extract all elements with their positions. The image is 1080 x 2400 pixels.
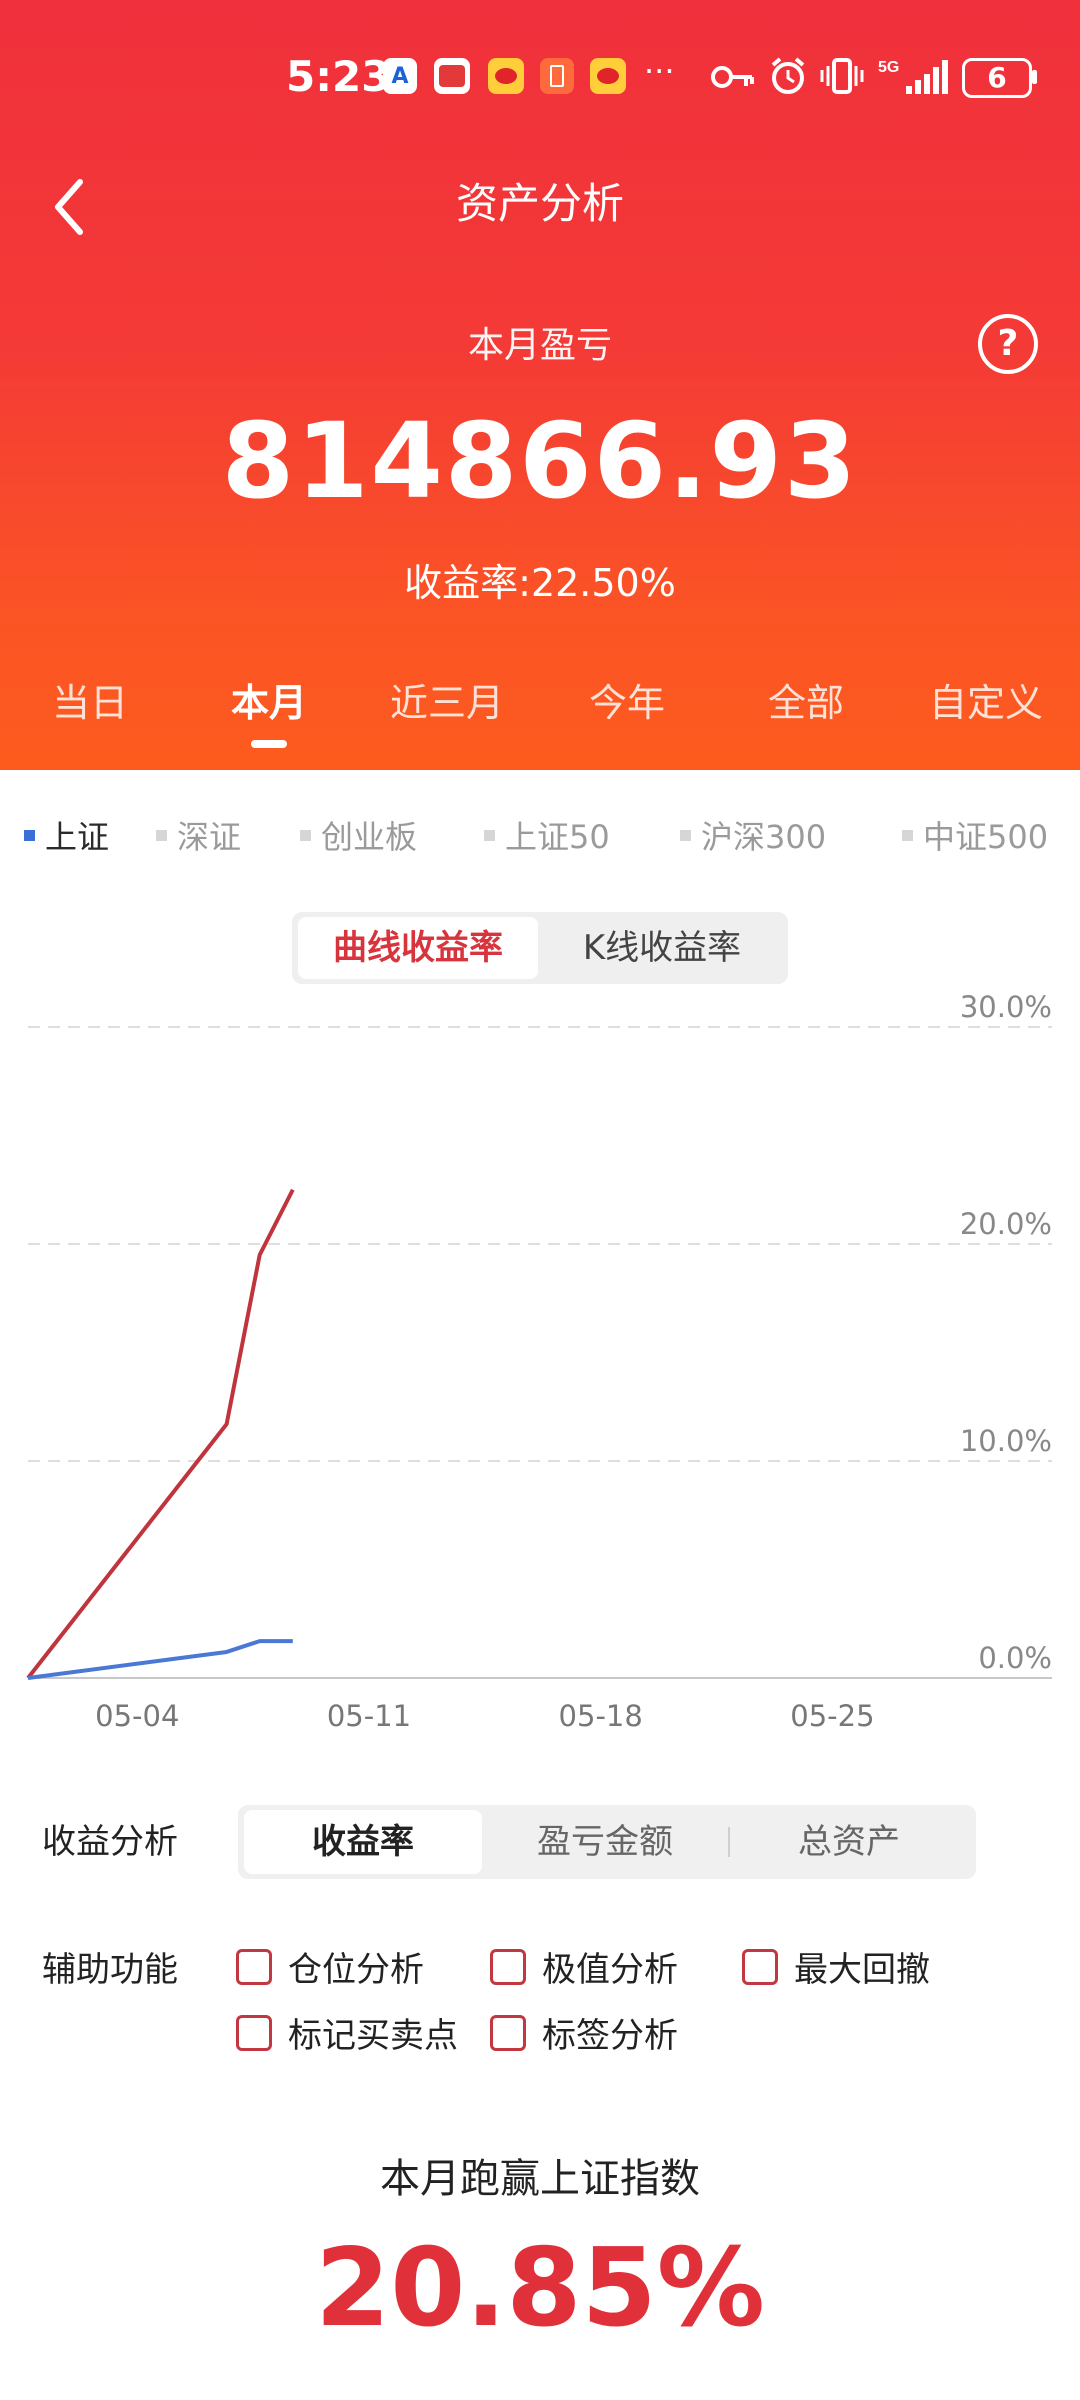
app-a-icon: A: [383, 58, 417, 94]
index-shenzhen[interactable]: 深证: [156, 812, 241, 858]
huawei-icon: [434, 58, 470, 94]
checkbox-label: 极值分析: [542, 1950, 678, 1990]
weibo-icon: [488, 58, 524, 94]
x-tick-label: 05-18: [559, 1699, 643, 1733]
summary-value: 20.85%: [315, 2226, 765, 2351]
index-label: 上证: [45, 818, 110, 856]
more-icon: ···: [644, 52, 675, 90]
return-rate: 收益率:22.50%: [404, 561, 676, 605]
analysis-label: 收益分析: [42, 1822, 178, 1862]
alarm-icon: [771, 57, 805, 94]
checkbox-icon: [490, 1948, 526, 1985]
index-dot: [902, 829, 913, 841]
summary-title: 本月跑赢上证指数: [380, 2156, 700, 2202]
status-time: 5:23: [286, 52, 391, 101]
chart-mode-toggle: 曲线收益率 K线收益率: [292, 912, 788, 984]
index-csi500[interactable]: 中证500: [902, 812, 1048, 858]
return-chart: 30.0% 20.0% 10.0% 0.0% 05-04 05-11 05-18 05-25: [26, 990, 1052, 1733]
account-return-line: [26, 1188, 295, 1680]
checkbox-icon: [490, 2014, 526, 2051]
x-tick-label: 05-11: [327, 1699, 411, 1733]
battery-app-icon: [540, 58, 574, 94]
index-shanghai[interactable]: 上证: [24, 812, 109, 858]
index-dot: [300, 829, 311, 841]
total-assets-button[interactable]: 总资产: [730, 1810, 968, 1874]
vibrate-icon: [820, 58, 864, 94]
extreme-analysis-checkbox[interactable]: 极值分析: [490, 1942, 678, 1991]
return-rate-button[interactable]: 收益率: [244, 1810, 482, 1874]
battery-level: 6: [987, 61, 1007, 94]
analysis-toggle: 收益率 盈亏金额 总资产: [238, 1805, 976, 1879]
weibo-icon: [590, 58, 626, 94]
index-label: 深证: [177, 818, 242, 856]
page-title: 资产分析: [455, 179, 624, 228]
checkbox-label: 最大回撤: [794, 1950, 930, 1990]
status-bar: 5:23 A ··· 5G 6: [0, 52, 1080, 112]
index-sse50[interactable]: 上证50: [484, 812, 610, 858]
tab-this-month[interactable]: 本月: [179, 672, 359, 727]
tab-indicator: [251, 740, 287, 748]
index-dot: [24, 829, 35, 841]
key-icon: [711, 66, 754, 88]
index-label: 沪深300: [701, 818, 827, 856]
y-tick-label: 20.0%: [960, 1207, 1052, 1241]
index-selector: 上证 深证 创业板 上证50 沪深300 中证500: [0, 812, 1080, 862]
index-return-line: [27, 1639, 293, 1680]
tab-custom[interactable]: 自定义: [896, 672, 1076, 727]
kline-return-button[interactable]: K线收益率: [542, 917, 782, 979]
curve-return-button[interactable]: 曲线收益率: [298, 917, 538, 979]
index-chinext[interactable]: 创业板: [300, 812, 417, 858]
max-drawdown-checkbox[interactable]: 最大回撤: [742, 1942, 930, 1991]
index-dot: [156, 829, 167, 841]
tag-analysis-checkbox[interactable]: 标签分析: [490, 2008, 678, 2057]
y-tick-label: 30.0%: [960, 990, 1052, 1024]
checkbox-label: 标记买卖点: [288, 2016, 458, 2056]
help-icon[interactable]: ?: [978, 314, 1038, 374]
checkbox-icon: [236, 2014, 272, 2051]
mark-trades-checkbox[interactable]: 标记买卖点: [236, 2008, 458, 2057]
tab-this-year[interactable]: 今年: [537, 672, 717, 727]
index-csi300[interactable]: 沪深300: [680, 812, 826, 858]
profit-amount: 814866.93: [221, 400, 859, 522]
index-dot: [680, 829, 691, 841]
index-label: 创业板: [321, 818, 418, 856]
checkbox-label: 仓位分析: [288, 1950, 424, 1990]
aux-label: 辅助功能: [42, 1950, 178, 1990]
profit-amount-button[interactable]: 盈亏金额: [486, 1810, 724, 1874]
checkbox-icon: [742, 1948, 778, 1985]
5g-signal-icon: 5G: [878, 59, 948, 94]
x-tick-label: 05-25: [790, 1699, 874, 1733]
period-tabs: 当日 本月 近三月 今年 全部 自定义: [0, 672, 1080, 752]
period-label: 本月盈亏: [467, 325, 612, 366]
position-analysis-checkbox[interactable]: 仓位分析: [236, 1942, 424, 1991]
tab-today[interactable]: 当日: [0, 672, 180, 727]
y-tick-label: 10.0%: [960, 1424, 1052, 1458]
checkbox-icon: [236, 1948, 272, 1985]
battery-tip: [1032, 70, 1037, 84]
tab-three-months[interactable]: 近三月: [357, 672, 537, 727]
svg-text:5G: 5G: [878, 59, 899, 76]
y-tick-label: 0.0%: [978, 1641, 1052, 1675]
index-dot: [484, 829, 495, 841]
checkbox-label: 标签分析: [542, 2016, 678, 2056]
x-tick-label: 05-04: [95, 1699, 179, 1733]
battery-icon: 6: [962, 58, 1032, 98]
index-label: 中证500: [923, 818, 1049, 856]
index-label: 上证50: [505, 818, 610, 856]
header: 5:23 A ··· 5G 6 资产分析 本月盈亏 ? 814866.93 收益…: [0, 0, 1080, 770]
tab-all[interactable]: 全部: [716, 672, 896, 727]
